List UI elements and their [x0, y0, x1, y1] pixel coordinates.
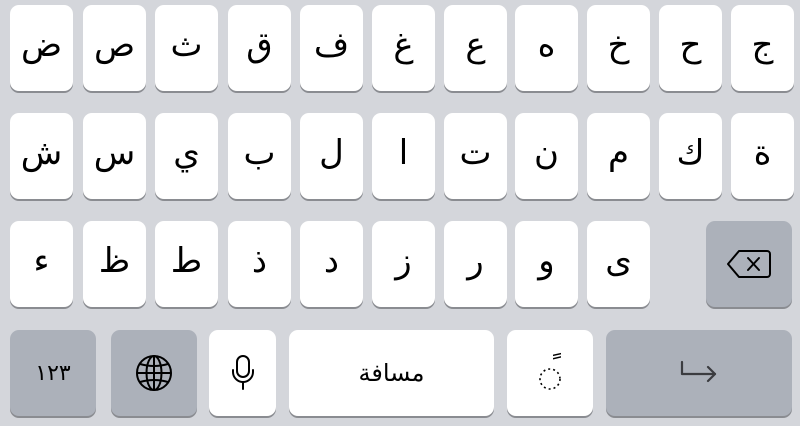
- key-fa[interactable]: ف: [300, 5, 363, 91]
- key-dha[interactable]: ظ: [83, 221, 146, 307]
- key-zay[interactable]: ز: [372, 221, 435, 307]
- key-ha-heh[interactable]: ه: [515, 5, 578, 91]
- key-kaf[interactable]: ك: [659, 113, 722, 199]
- key-ta[interactable]: ت: [444, 113, 507, 199]
- numbers-key[interactable]: ١٢٣: [10, 330, 96, 416]
- key-waw[interactable]: و: [515, 221, 578, 307]
- key-sheen[interactable]: ش: [10, 113, 73, 199]
- tanween-key[interactable]: ً: [507, 330, 593, 416]
- key-qaf[interactable]: ق: [228, 5, 291, 91]
- key-ra[interactable]: ر: [444, 221, 507, 307]
- key-tha[interactable]: ث: [155, 5, 218, 91]
- globe-key[interactable]: [111, 330, 197, 416]
- backspace-icon: [726, 249, 772, 279]
- key-tta[interactable]: ط: [155, 221, 218, 307]
- return-icon: [679, 360, 719, 386]
- keyboard-row-3: ء ظ ط ذ د ز ر و ى: [0, 221, 800, 309]
- key-jeem[interactable]: ج: [731, 5, 794, 91]
- space-key[interactable]: مسافة: [289, 330, 494, 416]
- key-lam[interactable]: ل: [300, 113, 363, 199]
- key-alef[interactable]: ا: [372, 113, 435, 199]
- key-seen[interactable]: س: [83, 113, 146, 199]
- keyboard-row-4: ١٢٣ مسافة: [0, 330, 800, 418]
- key-ain[interactable]: ع: [444, 5, 507, 91]
- key-dal[interactable]: د: [300, 221, 363, 307]
- delete-key[interactable]: [706, 221, 792, 307]
- keyboard-row-1: ض ص ث ق ف غ ع ه خ ح ج: [0, 5, 800, 93]
- key-hha[interactable]: ح: [659, 5, 722, 91]
- return-key[interactable]: [606, 330, 792, 416]
- key-meem[interactable]: م: [587, 113, 650, 199]
- key-noon[interactable]: ن: [515, 113, 578, 199]
- key-ba[interactable]: ب: [228, 113, 291, 199]
- key-sad[interactable]: ص: [83, 5, 146, 91]
- key-ya[interactable]: ي: [155, 113, 218, 199]
- microphone-icon: [231, 354, 255, 392]
- key-ghain[interactable]: غ: [372, 5, 435, 91]
- keyboard-row-2: ش س ي ب ل ا ت ن م ك ة: [0, 113, 800, 201]
- key-alef-maksura[interactable]: ى: [587, 221, 650, 307]
- key-thal[interactable]: ذ: [228, 221, 291, 307]
- arabic-keyboard: ض ص ث ق ف غ ع ه خ ح ج ش س ي ب ل ا ت ن م …: [0, 0, 800, 426]
- dotted-circle-icon: [537, 366, 563, 392]
- globe-icon: [134, 353, 174, 393]
- key-hamza[interactable]: ء: [10, 221, 73, 307]
- dictation-key[interactable]: [209, 330, 276, 416]
- key-kha[interactable]: خ: [587, 5, 650, 91]
- key-dad[interactable]: ض: [10, 5, 73, 91]
- key-ta-marbuta[interactable]: ة: [731, 113, 794, 199]
